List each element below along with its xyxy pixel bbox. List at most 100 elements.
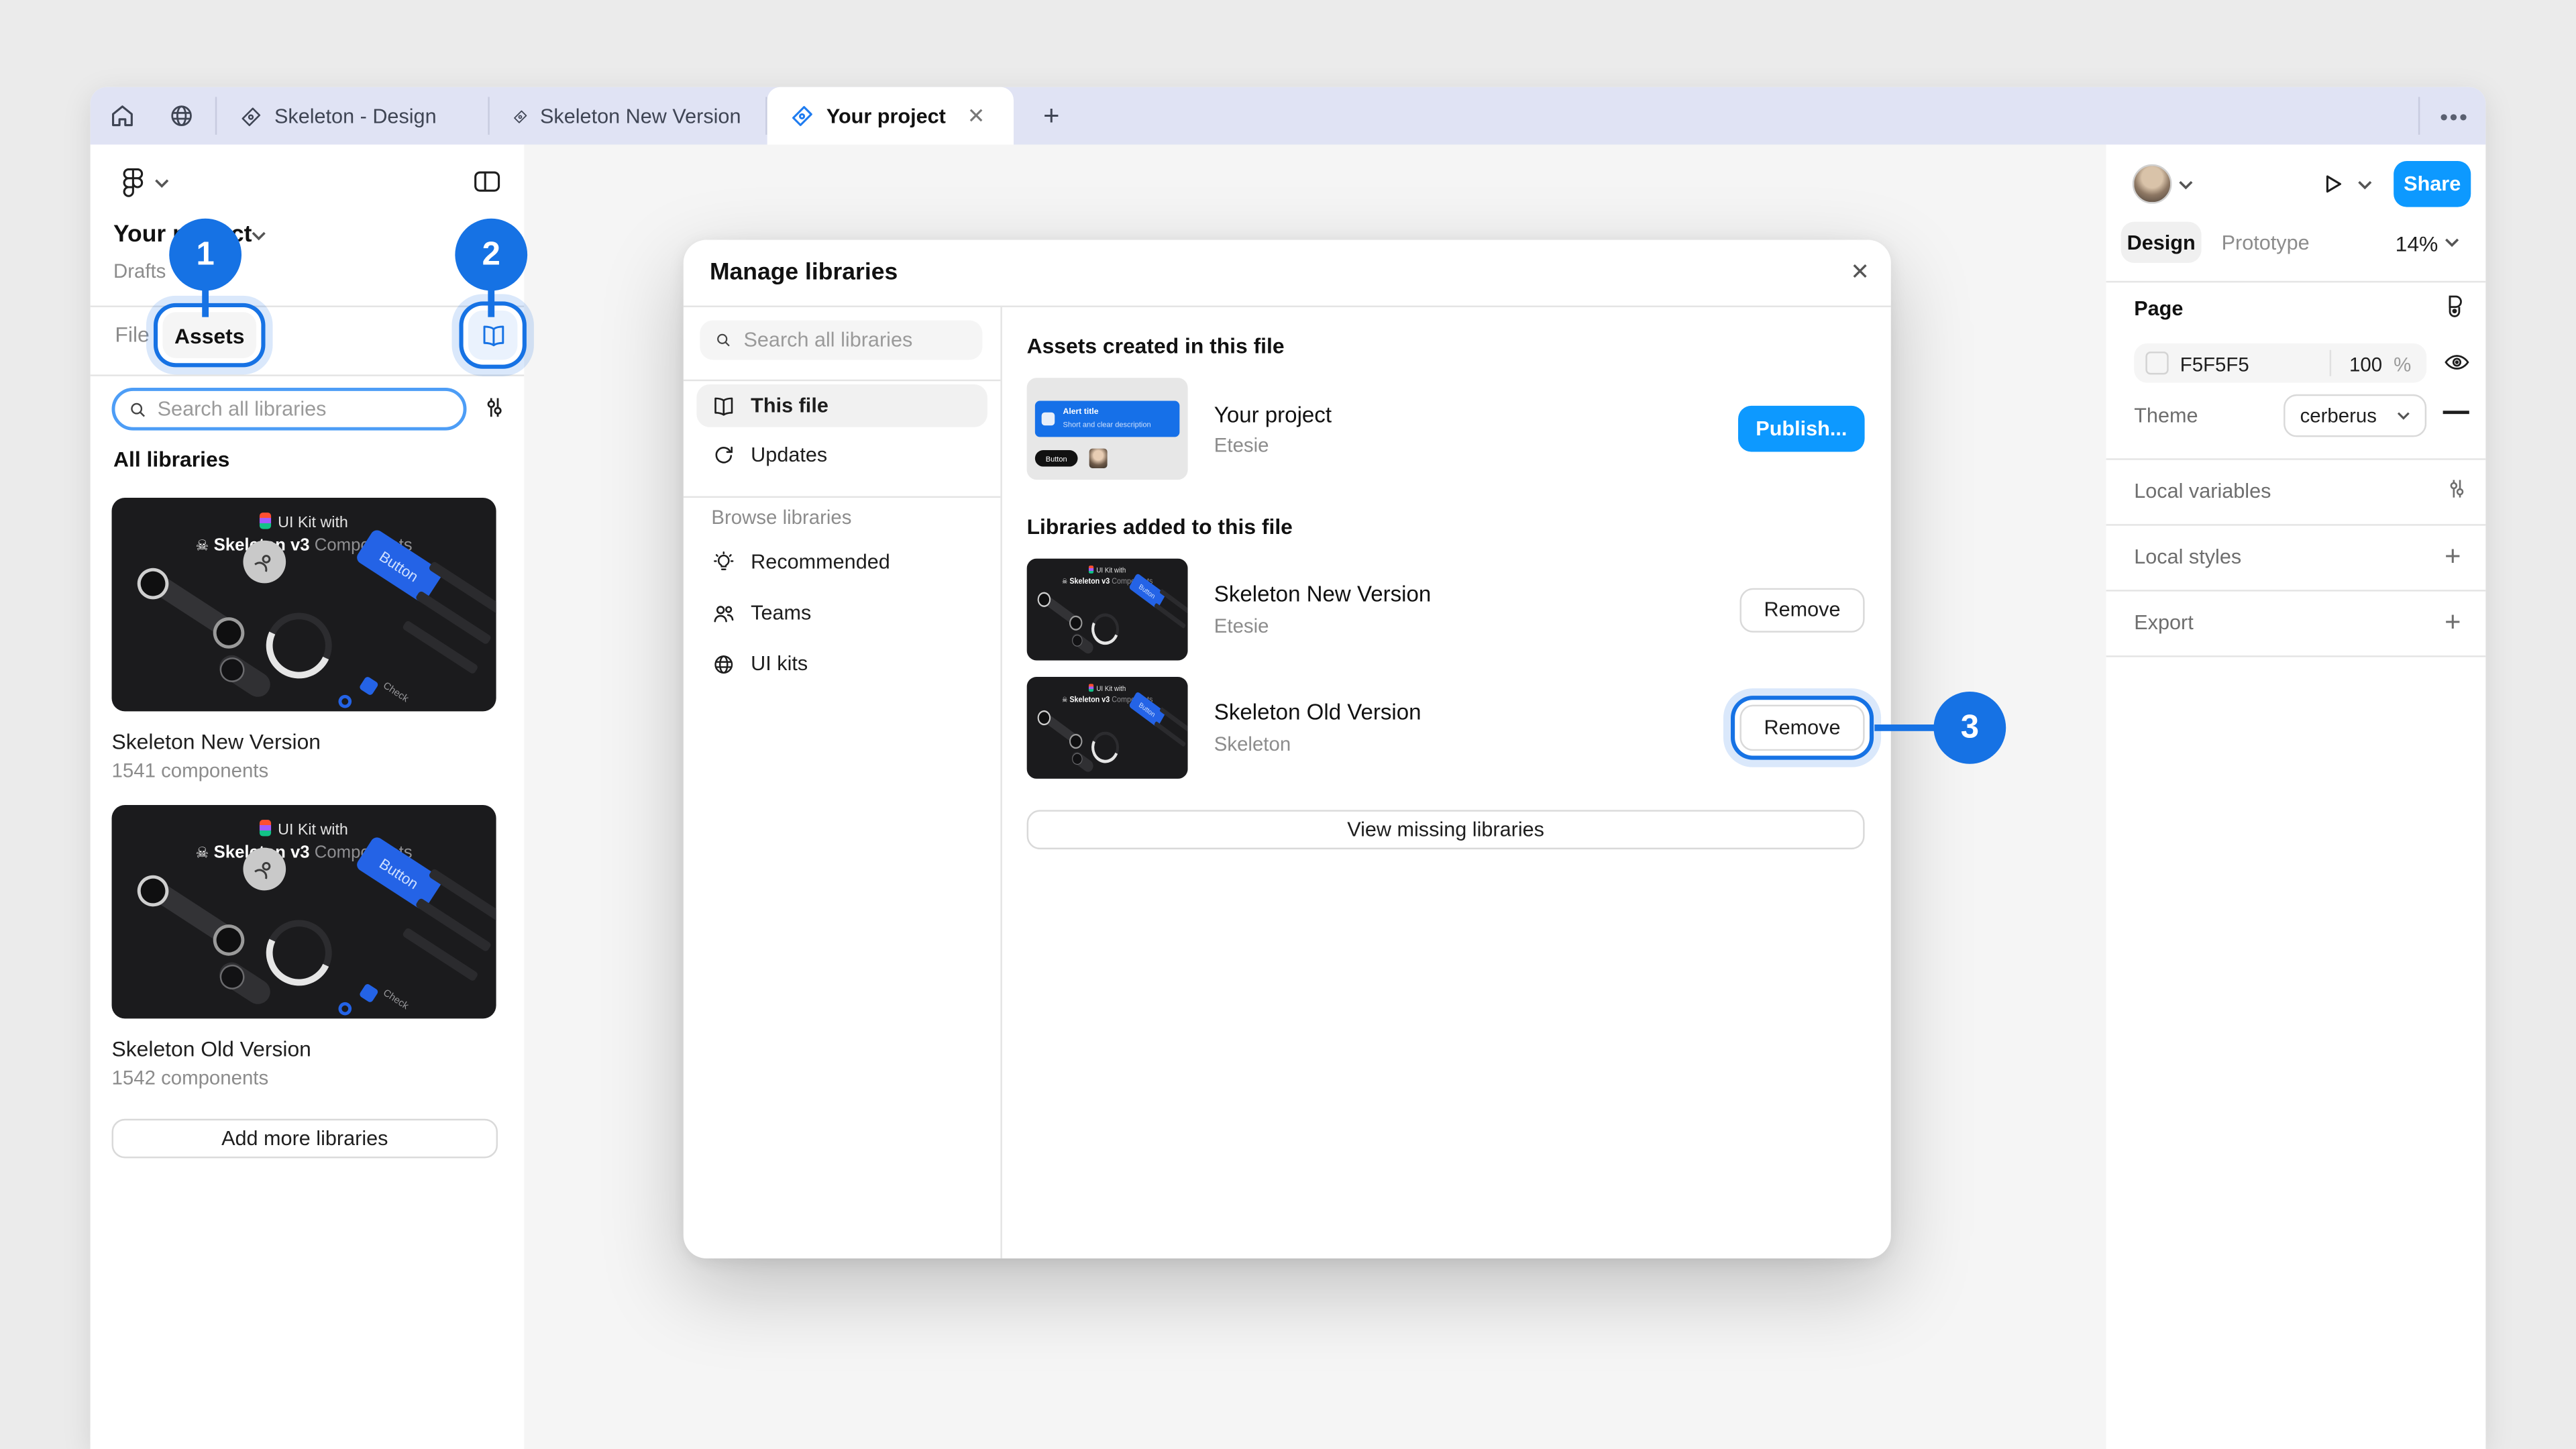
view-missing-libraries-button[interactable]: View missing libraries [1027,810,1865,849]
zoom-level[interactable]: 14% [2396,231,2438,256]
sidebar-search-input[interactable] [158,398,450,421]
avatar-chevron-down-icon[interactable] [2178,179,2193,191]
checkbox-component-art [359,983,379,1003]
share-button[interactable]: Share [2394,161,2471,207]
library-row-skeleton-old: UI Kit with ☠Skeleton v3 Components Butt… [1027,677,1865,779]
library-card-subtitle: 1542 components [112,1066,496,1089]
home-icon [107,102,136,130]
community-button[interactable] [156,87,205,145]
project-location: Drafts [113,260,166,282]
divider [2106,590,2486,591]
spinner-component-art [266,920,332,985]
styles-swatch-icon[interactable] [2443,292,2471,321]
divider [2330,350,2331,376]
remove-theme-minus-icon[interactable] [2443,411,2469,414]
theme-label: Theme [2134,404,2198,427]
modal-close-icon[interactable]: ✕ [1850,258,1870,286]
home-button[interactable] [97,87,146,145]
tab-divider [2418,97,2420,134]
all-libraries-heading: All libraries [113,447,229,472]
annotation-circle-3: 3 [1933,692,2006,764]
search-icon [128,398,148,420]
nav-updates[interactable]: Updates [696,434,987,477]
sidebar-search[interactable] [112,388,467,431]
library-name: Skeleton New Version [1214,582,1713,606]
add-export-plus-icon[interactable]: + [2445,606,2461,639]
tab-file[interactable]: File [115,322,149,347]
new-tab-button[interactable]: + [1030,87,1073,145]
export-heading: Export [2134,611,2194,634]
theme-value: cerberus [2300,404,2377,427]
local-variables-heading: Local variables [2134,480,2271,502]
library-card-title: Skeleton New Version [112,729,496,754]
nav-label: UI kits [751,652,808,675]
annotation-stem-3 [1874,724,1940,731]
menu-chevron-down-icon[interactable] [154,177,169,189]
present-button[interactable] [2318,169,2347,199]
visibility-eye-icon[interactable] [2443,350,2471,375]
globe-icon [167,102,195,130]
add-more-libraries-button[interactable]: Add more libraries [112,1119,498,1159]
publish-button[interactable]: Publish... [1738,406,1865,452]
tab-label: Skeleton New Version [540,105,741,127]
library-name: Skeleton Old Version [1214,700,1713,724]
main-menu-button[interactable] [117,166,150,199]
figma-mini-logo-icon [1089,566,1093,574]
tab-prototype[interactable]: Prototype [2214,222,2316,263]
library-thumbnail: UI Kit with ☠Skeleton v3 Components Butt… [112,805,496,1018]
checkbox-component-art [359,676,379,696]
skull-icon: ☠ [196,845,209,861]
page-opacity-value[interactable]: 100 [2349,354,2382,376]
manage-libraries-modal: Manage libraries ✕ This file Updates Bro… [684,240,1891,1258]
remove-library-button[interactable]: Remove [1739,588,1864,632]
toggle-sidebar-button[interactable] [472,166,503,197]
add-style-plus-icon[interactable]: + [2445,541,2461,574]
tab-overflow-button[interactable]: ••• [2430,87,2479,145]
tab-skeleton-new-version[interactable]: Skeleton New Version [490,87,764,145]
library-owner: Etesie [1214,614,1713,637]
nav-recommended[interactable]: Recommended [696,541,987,584]
divider [684,380,1001,381]
remove-library-button-highlighted[interactable]: Remove [1739,705,1864,751]
close-tab-icon[interactable]: ✕ [967,103,985,129]
tab-your-project-active[interactable]: Your project ✕ [767,87,1014,145]
page-color-value[interactable]: F5F5F5 [2180,354,2249,376]
divider [2106,281,2486,282]
variables-sliders-icon[interactable] [2445,476,2469,501]
spinner-component-art [1091,732,1119,763]
figma-mini-logo-icon [1089,684,1093,692]
theme-select[interactable]: cerberus [2284,394,2426,437]
library-card-skeleton-new[interactable]: UI Kit with ☠Skeleton v3 Components Butt… [112,498,496,782]
figma-window: Skeleton - Design Skeleton New Version Y… [91,87,2486,1449]
toggle-component-art [1070,631,1095,655]
nav-ui-kits[interactable]: UI kits [696,643,987,686]
present-chevron-down-icon[interactable] [2357,179,2372,191]
user-avatar[interactable] [2133,164,2172,204]
libraries-button[interactable] [468,311,517,360]
globe-icon [711,651,736,676]
modal-search[interactable] [700,321,982,360]
tab-label: Your project [826,105,946,127]
figma-logo-icon [117,166,150,199]
divider [91,374,525,376]
library-card-skeleton-old[interactable]: UI Kit with ☠Skeleton v3 Components Butt… [112,805,496,1089]
divider [684,306,1891,307]
modal-search-input[interactable] [743,329,967,352]
toggle-component-art [215,958,275,1009]
tab-design[interactable]: Design [2121,222,2202,263]
search-icon [714,330,732,350]
library-owner: Skeleton [1214,733,1713,755]
tab-assets[interactable]: Assets [162,312,256,358]
your-project-thumbnail: Alert title Short and clear description … [1027,378,1188,480]
nav-this-file[interactable]: This file [696,384,987,427]
refresh-icon [711,443,736,468]
tab-skeleton-design[interactable]: Skeleton - Design [217,87,486,145]
project-chevron-down-icon[interactable] [252,230,266,241]
nav-teams[interactable]: Teams [696,592,987,635]
page-color-row[interactable]: F5F5F5 100 % [2134,343,2426,383]
filter-sliders-icon[interactable] [482,394,508,421]
zoom-chevron-down-icon[interactable] [2445,237,2459,248]
color-swatch[interactable] [2145,352,2168,374]
figma-file-icon [240,105,263,127]
divider [2106,655,2486,657]
